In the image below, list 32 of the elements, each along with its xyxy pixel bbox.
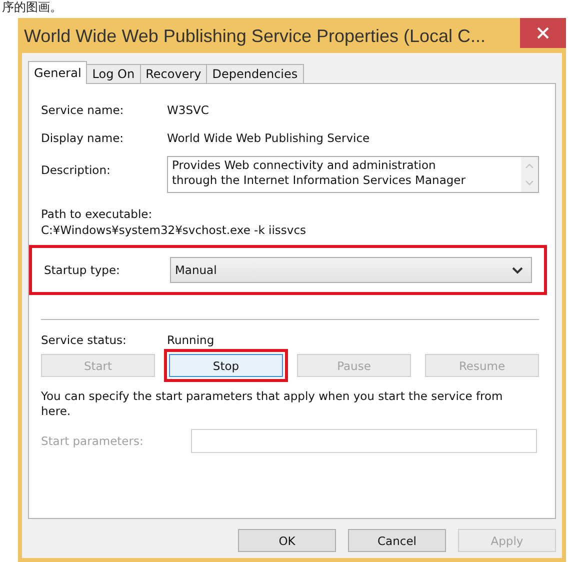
path-label: Path to executable: [41,207,154,221]
description-box[interactable]: Provides Web connectivity and administration through the Internet Information Services Manager [167,156,539,193]
description-line: through the Internet Information Services Manager [172,173,466,188]
scroll-down-icon [525,180,534,186]
dropdown-value: Manual [175,263,217,277]
field-label: Description: [41,162,112,177]
tab[interactable]: General [28,61,88,84]
field-label: Display name: [41,131,125,145]
field-label: Service name: [41,103,125,117]
field-label: Service status: [41,333,128,347]
chevron-down-icon [512,266,523,274]
dialog-button[interactable]: OK [238,529,336,552]
tab[interactable]: Dependencies [206,64,304,83]
dialog-button[interactable]: Cancel [348,529,446,552]
field-label: Start parameters: [41,434,144,448]
page-caption: 序的图画。 [1,0,63,14]
status-value: Running [167,333,214,347]
path-value: C:¥Windows¥system32¥svchost.exe -k iissvcs [41,223,308,237]
tab[interactable]: Log On [86,64,141,83]
tab[interactable]: Recovery [140,64,208,83]
field-value: World Wide Web Publishing Service [167,131,370,145]
field-label: Startup type: [44,263,121,277]
scrollbar[interactable] [521,157,538,192]
close-button[interactable] [520,18,566,48]
scroll-up-icon [525,162,534,169]
description-line: Provides Web connectivity and administration [172,158,437,173]
close-icon [536,26,550,40]
hint-text: You can specify the start parameters that apply when you start the service from here. [41,389,504,419]
field-value: W3SVC [167,103,209,117]
startup-type-dropdown[interactable]: Manual [170,257,532,283]
service-button[interactable]: Stop [169,354,283,377]
window-title: World Wide Web Publishing Service Properties (Local C... [24,26,486,47]
